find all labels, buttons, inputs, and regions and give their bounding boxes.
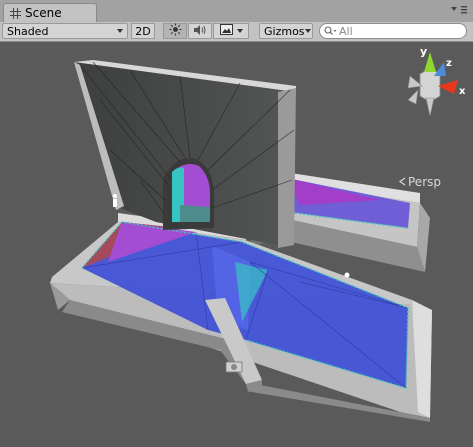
orientation-gizmo[interactable]: y z x	[390, 46, 470, 126]
projection-toggle[interactable]: Persp	[398, 175, 441, 189]
2d-toggle-label: 2D	[135, 24, 151, 38]
lighting-toggle-button[interactable]	[163, 23, 187, 39]
arch-wall	[74, 60, 296, 248]
gizmos-label: Gizmos	[264, 24, 305, 38]
speaker-icon	[193, 24, 207, 39]
tab-label: Scene	[25, 6, 62, 20]
light-marker-icon	[344, 272, 350, 278]
search-icon	[324, 26, 337, 36]
axis-x-label: x	[459, 86, 466, 97]
axis-x-cone[interactable]	[438, 80, 458, 94]
shading-mode-label: Shaded	[7, 24, 49, 38]
scene-window: Scene Shaded 2D Gizmos All y z x Persp	[0, 0, 473, 447]
2d-toggle-button[interactable]: 2D	[131, 23, 155, 39]
image-icon	[219, 24, 233, 38]
window-menu-icon[interactable]	[447, 3, 469, 17]
audio-toggle-button[interactable]	[188, 23, 212, 39]
sun-icon	[169, 23, 182, 39]
search-input[interactable]: All	[319, 23, 467, 39]
projection-label: Persp	[408, 175, 441, 189]
search-placeholder: All	[339, 24, 353, 38]
camera-marker-icon	[225, 361, 243, 373]
axis-y-label: y	[420, 46, 427, 58]
scene-toolbar: Shaded 2D Gizmos All	[0, 22, 473, 42]
shading-mode-dropdown[interactable]: Shaded	[2, 23, 128, 39]
axis-z-cone[interactable]	[434, 62, 446, 76]
tab-bar: Scene	[0, 0, 473, 23]
person-marker-icon	[113, 194, 117, 207]
chevron-down-icon	[304, 29, 311, 33]
axis-z-label: z	[446, 58, 452, 69]
tab-scene[interactable]: Scene	[3, 3, 97, 22]
scene-grid-icon	[10, 7, 21, 19]
scene-viewport[interactable]: y z x Persp	[0, 42, 473, 447]
effects-dropdown[interactable]	[213, 23, 249, 39]
chevron-down-icon	[117, 29, 123, 33]
chevron-left-icon	[398, 175, 406, 189]
chevron-down-icon	[236, 29, 243, 33]
gizmos-dropdown[interactable]: Gizmos	[259, 23, 313, 39]
